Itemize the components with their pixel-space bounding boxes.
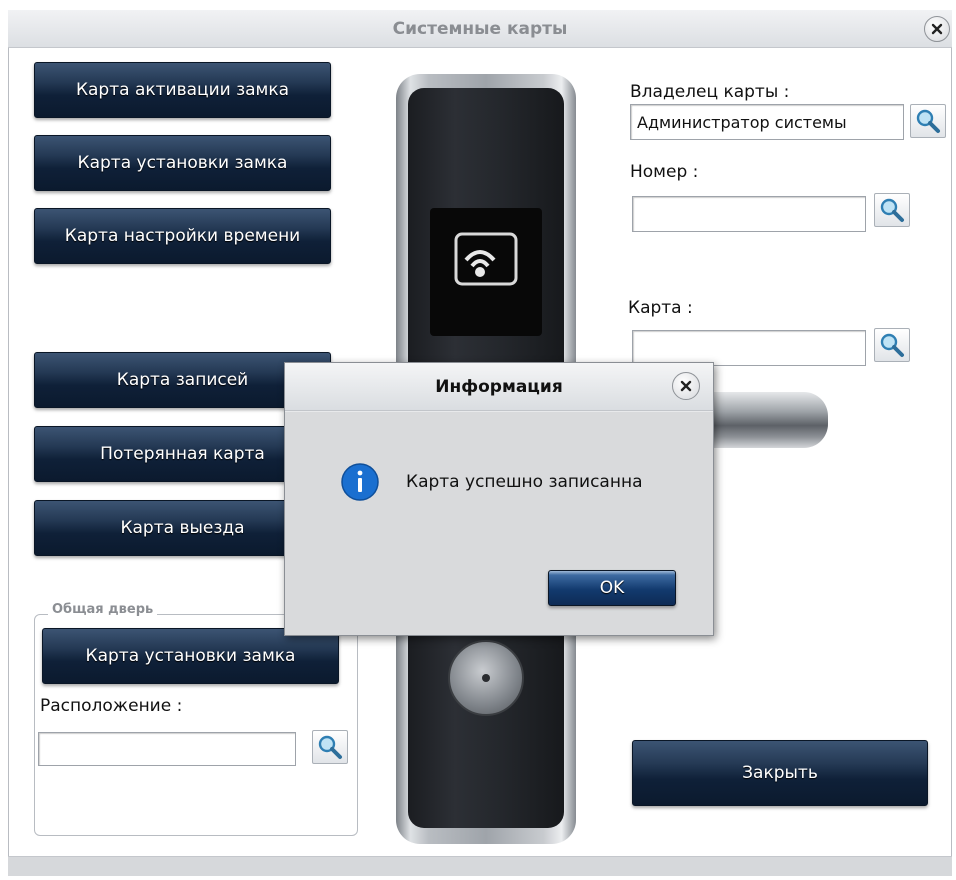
- number-label: Номер :: [630, 162, 699, 182]
- activation-card-button[interactable]: Карта активации замка: [34, 62, 331, 118]
- number-input[interactable]: [632, 196, 866, 232]
- lock-keyhole-center: [482, 674, 490, 682]
- status-bar: [8, 856, 952, 876]
- search-icon: [880, 198, 904, 222]
- card-label: Карта :: [628, 298, 693, 318]
- door-lock-handle: [710, 392, 828, 448]
- location-label: Расположение :: [40, 696, 183, 716]
- info-icon: [340, 462, 380, 502]
- info-dialog-title: Информация: [435, 377, 563, 397]
- owner-input[interactable]: Администратор системы: [630, 104, 904, 140]
- search-icon: [880, 333, 904, 357]
- time-setup-card-button[interactable]: Карта настройки времени: [34, 208, 331, 264]
- dialog-ok-button[interactable]: OK: [548, 570, 676, 606]
- common-door-install-card-button[interactable]: Карта установки замка: [42, 628, 339, 684]
- card-input[interactable]: [632, 330, 866, 366]
- owner-label: Владелец карты :: [630, 82, 790, 102]
- search-icon: [916, 109, 940, 133]
- common-door-group-label: Общая дверь: [48, 602, 158, 617]
- location-input[interactable]: [38, 732, 296, 766]
- close-window-button[interactable]: Закрыть: [632, 740, 928, 806]
- close-icon: [680, 380, 692, 392]
- info-dialog-message: Карта успешно записанна: [406, 472, 643, 492]
- dialog-close-button[interactable]: [672, 372, 700, 400]
- location-search-button[interactable]: [312, 730, 348, 764]
- window-close-button[interactable]: [924, 16, 950, 42]
- card-search-button[interactable]: [874, 328, 910, 362]
- window-title: Системные карты: [392, 19, 568, 39]
- search-icon: [318, 735, 342, 759]
- card-reader-icon: [452, 228, 520, 290]
- close-icon: [931, 23, 943, 35]
- install-card-button[interactable]: Карта установки замка: [34, 135, 331, 191]
- number-search-button[interactable]: [874, 193, 910, 227]
- owner-search-button[interactable]: [910, 104, 946, 138]
